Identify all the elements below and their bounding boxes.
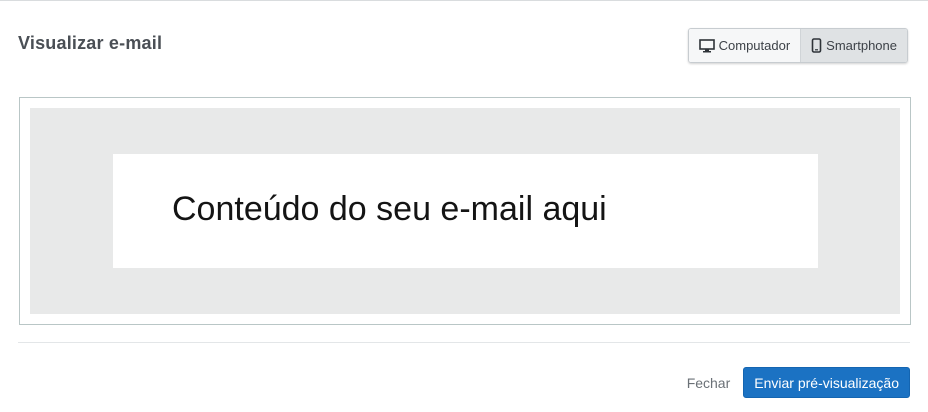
email-preview-background: Conteúdo do seu e-mail aqui (30, 108, 900, 314)
email-preview-frame: Conteúdo do seu e-mail aqui (19, 97, 911, 325)
desktop-view-button[interactable]: Computador (688, 29, 802, 62)
view-mode-toggle: Computador Smartphone (687, 28, 908, 63)
email-content-text: Conteúdo do seu e-mail aqui (172, 190, 607, 228)
mobile-view-button[interactable]: Smartphone (801, 29, 907, 62)
email-preview-modal: Visualizar e-mail Computador Smartphone … (0, 0, 928, 412)
footer-divider (18, 342, 910, 343)
modal-title: Visualizar e-mail (18, 33, 163, 53)
send-preview-button[interactable]: Enviar pré-visualização (743, 367, 910, 398)
close-button[interactable]: Fechar (687, 375, 731, 391)
modal-header: Visualizar e-mail Computador Smartphone (18, 28, 908, 65)
monitor-icon (698, 38, 715, 53)
email-content-block: Conteúdo do seu e-mail aqui (113, 154, 818, 268)
desktop-view-label: Computador (718, 38, 791, 53)
smartphone-icon (811, 38, 822, 53)
mobile-view-label: Smartphone (826, 38, 897, 53)
modal-footer: Fechar Enviar pré-visualização (687, 367, 910, 398)
